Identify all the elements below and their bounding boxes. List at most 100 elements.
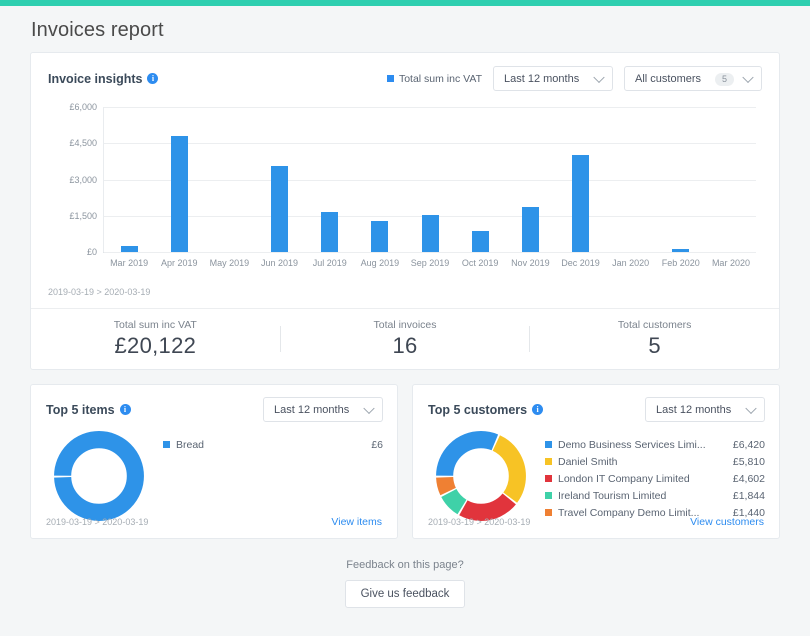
top-items-header: Top 5 items i Last 12 months	[31, 385, 397, 422]
invoice-insights-card: Invoice insights i Total sum inc VAT Las…	[30, 52, 780, 370]
top-items-donut-chart	[51, 428, 147, 524]
legend-item-label: Demo Business Services Limi...	[558, 439, 706, 451]
info-icon[interactable]: i	[120, 404, 131, 415]
legend-swatch-icon	[545, 475, 552, 482]
top-customers-period-value: Last 12 months	[656, 404, 731, 416]
x-axis-tick: Jan 2020	[612, 258, 649, 268]
x-axis-tick: Mar 2019	[110, 258, 148, 268]
stat-value: £20,122	[31, 333, 280, 359]
info-icon[interactable]: i	[147, 73, 158, 84]
legend-swatch-icon	[545, 441, 552, 448]
y-axis-tick: £1,500	[69, 211, 97, 221]
x-axis-tick: Feb 2020	[662, 258, 700, 268]
stat-block: Total customers 5	[530, 319, 779, 359]
x-axis-tick: Sep 2019	[411, 258, 450, 268]
bar-chart-bars: Mar 2019Apr 2019May 2019Jun 2019Jul 2019…	[104, 107, 756, 252]
legend-item-label: Bread	[176, 439, 204, 451]
bar-column[interactable]: Jun 2019	[254, 107, 304, 252]
x-axis-tick: Mar 2020	[712, 258, 750, 268]
top-items-footer: 2019-03-19 > 2020-03-19 View items	[31, 516, 397, 538]
bar-column[interactable]: Jul 2019	[305, 107, 355, 252]
top-items-legend: Bread £6	[147, 428, 383, 524]
top-customers-card: Top 5 customers i Last 12 months Demo Bu…	[412, 384, 780, 539]
top-customers-header: Top 5 customers i Last 12 months	[413, 385, 779, 422]
view-items-link[interactable]: View items	[331, 516, 382, 528]
legend-item-label: Daniel Smith	[558, 456, 618, 468]
x-axis-tick: Nov 2019	[511, 258, 550, 268]
top-customers-period-select[interactable]: Last 12 months	[645, 397, 765, 422]
invoice-bar-chart: £0£1,500£3,000£4,500£6,000 Mar 2019Apr 2…	[48, 101, 762, 273]
bar[interactable]	[672, 249, 689, 252]
bar-column[interactable]: Sep 2019	[405, 107, 455, 252]
page-title: Invoices report	[0, 6, 810, 42]
bar[interactable]	[121, 246, 138, 252]
x-axis-tick: Oct 2019	[462, 258, 499, 268]
period-select-value: Last 12 months	[504, 73, 579, 85]
bar[interactable]	[171, 136, 188, 252]
top-customers-donut-chart	[433, 428, 529, 524]
chevron-down-icon	[363, 402, 374, 413]
bar-column[interactable]: Mar 2020	[706, 107, 756, 252]
bar-column[interactable]: Feb 2020	[656, 107, 706, 252]
bar[interactable]	[472, 231, 489, 252]
bar[interactable]	[321, 212, 338, 252]
x-axis-tick: Apr 2019	[161, 258, 198, 268]
period-select[interactable]: Last 12 months	[493, 66, 613, 91]
top-customers-legend: Demo Business Services Limi... £6,420 Dani…	[529, 428, 765, 524]
stat-label: Total sum inc VAT	[31, 319, 280, 331]
legend-item-label: London IT Company Limited	[558, 473, 690, 485]
top-items-period-select[interactable]: Last 12 months	[263, 397, 383, 422]
customer-select[interactable]: All customers 5	[624, 66, 762, 91]
invoice-insights-header: Invoice insights i Total sum inc VAT Las…	[48, 66, 762, 91]
legend-item[interactable]: Demo Business Services Limi... £6,420	[545, 436, 765, 453]
invoice-insights-title: Invoice insights	[48, 72, 142, 86]
y-axis-tick: £3,000	[69, 175, 97, 185]
top-customers-footer: 2019-03-19 > 2020-03-19 View customers	[413, 516, 779, 538]
bar-chart-plot: £0£1,500£3,000£4,500£6,000 Mar 2019Apr 2…	[103, 107, 756, 253]
legend-item-value: £6	[363, 439, 383, 451]
bar-column[interactable]: Dec 2019	[555, 107, 605, 252]
legend-item-value: £1,844	[725, 490, 765, 502]
stat-block: Total invoices16	[281, 319, 530, 359]
legend-item[interactable]: Ireland Tourism Limited£1,844	[545, 487, 765, 504]
y-axis-tick: £0	[87, 247, 97, 257]
legend-item-value: £4,602	[725, 473, 765, 485]
legend-item-value: £5,810	[725, 456, 765, 468]
y-axis-tick: £6,000	[69, 102, 97, 112]
bar-column[interactable]: Apr 2019	[154, 107, 204, 252]
bar-column[interactable]: May 2019	[204, 107, 254, 252]
stat-value: 5	[530, 333, 779, 359]
bar[interactable]	[522, 207, 539, 252]
x-axis-tick: Dec 2019	[561, 258, 600, 268]
top-items-title: Top 5 items	[46, 403, 115, 417]
bar[interactable]	[271, 166, 288, 252]
bar-column[interactable]: Oct 2019	[455, 107, 505, 252]
legend-item[interactable]: London IT Company Limited £4,602	[545, 470, 765, 487]
give-feedback-button[interactable]: Give us feedback	[345, 580, 466, 608]
legend-item[interactable]: Daniel Smith £5,810	[545, 453, 765, 470]
top-customers-title: Top 5 customers	[428, 403, 527, 417]
top-items-body: Bread £6	[31, 422, 397, 524]
bar-column[interactable]: Nov 2019	[505, 107, 555, 252]
legend-swatch-icon	[545, 509, 552, 516]
customer-count-badge: 5	[715, 73, 734, 86]
x-axis-tick: Jun 2019	[261, 258, 298, 268]
legend-item-value: £6,420	[725, 439, 765, 451]
summary-stats: Total sum inc VAT £20,122Total invoices16…	[31, 309, 779, 369]
donut-segment[interactable]	[63, 440, 136, 513]
bar[interactable]	[422, 215, 439, 252]
info-icon[interactable]: i	[532, 404, 543, 415]
bar-column[interactable]: Aug 2019	[355, 107, 405, 252]
bar-column[interactable]: Jan 2020	[606, 107, 656, 252]
legend-item[interactable]: Bread £6	[163, 436, 383, 453]
bar[interactable]	[572, 155, 589, 252]
bar-column[interactable]: Mar 2019	[104, 107, 154, 252]
chevron-down-icon	[745, 402, 756, 413]
customer-select-value: All customers	[635, 73, 701, 85]
x-axis-tick: May 2019	[210, 258, 250, 268]
view-customers-link[interactable]: View customers	[690, 516, 764, 528]
stat-label: Total customers	[530, 319, 779, 331]
gridline	[104, 252, 756, 253]
bar[interactable]	[371, 221, 388, 252]
feedback-text: Feedback on this page?	[30, 559, 780, 571]
